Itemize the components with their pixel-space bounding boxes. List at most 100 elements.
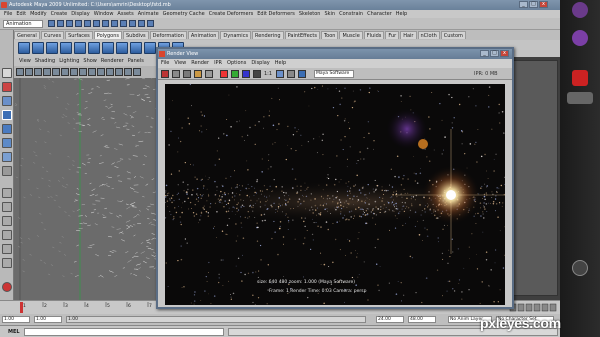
- rv-menu-view[interactable]: View: [174, 59, 186, 68]
- new-scene-icon[interactable]: [48, 20, 55, 27]
- close-button[interactable]: x: [539, 1, 548, 8]
- camera-attributes-icon[interactable]: [25, 68, 33, 76]
- current-time-field[interactable]: 1.00: [2, 316, 30, 323]
- menu-skin[interactable]: Skin: [324, 10, 335, 18]
- ratio-label[interactable]: 1:1: [264, 71, 272, 77]
- film-gate-icon[interactable]: [61, 68, 69, 76]
- display-real-size-icon[interactable]: [298, 70, 306, 78]
- orb-gadget-icon[interactable]: [572, 2, 588, 18]
- panel-menu-panels[interactable]: Panels: [128, 57, 144, 66]
- grid-toggle-icon[interactable]: [52, 68, 60, 76]
- blue-channel-icon[interactable]: [242, 70, 250, 78]
- shelf-tab-dynamics[interactable]: Dynamics: [220, 31, 252, 39]
- safe-action-icon[interactable]: [97, 68, 105, 76]
- select-hierarchy-icon[interactable]: [75, 20, 82, 27]
- layout-single-icon[interactable]: [2, 188, 12, 198]
- poly-cone-icon[interactable]: [60, 42, 72, 54]
- panel-menu-show[interactable]: Show: [83, 57, 97, 66]
- camera-select-icon[interactable]: [16, 68, 24, 76]
- paint-select-icon[interactable]: [2, 96, 12, 106]
- rv-maximize-button[interactable]: □: [490, 50, 499, 57]
- menu-edit-deformers[interactable]: Edit Deformers: [257, 10, 295, 18]
- wireframe-icon[interactable]: [115, 68, 123, 76]
- perspective-viewport[interactable]: [14, 78, 158, 300]
- menu-assets[interactable]: Assets: [117, 10, 133, 18]
- menu-file[interactable]: File: [4, 10, 12, 18]
- shelf-tab-rendering[interactable]: Rendering: [252, 31, 284, 39]
- end-time-field[interactable]: 48.00: [408, 316, 436, 323]
- save-scene-icon[interactable]: [66, 20, 73, 27]
- shelf-tab-curves[interactable]: Curves: [40, 31, 65, 39]
- range-slider-bar[interactable]: 1.00: [66, 316, 366, 323]
- render-frame-icon[interactable]: [129, 20, 136, 27]
- menu-modify[interactable]: Modify: [30, 10, 47, 18]
- command-language-label[interactable]: MEL: [8, 329, 20, 335]
- snap-point-icon[interactable]: [120, 20, 127, 27]
- field-chart-icon[interactable]: [88, 68, 96, 76]
- poly-prism-icon[interactable]: [102, 42, 114, 54]
- snap-grid-icon[interactable]: [102, 20, 109, 27]
- textured-icon[interactable]: [133, 68, 141, 76]
- clock-gadget-icon[interactable]: [572, 260, 588, 276]
- layout-outliner-icon[interactable]: [2, 230, 12, 240]
- combine-icon[interactable]: [144, 42, 156, 54]
- range-end-field[interactable]: 24.00: [376, 316, 404, 323]
- rv-menu-file[interactable]: File: [161, 59, 169, 68]
- layout-four-icon[interactable]: [2, 202, 12, 212]
- select-object-icon[interactable]: [84, 20, 91, 27]
- image-plane-icon[interactable]: [43, 68, 51, 76]
- rv-close-button[interactable]: x: [500, 50, 509, 57]
- poly-cylinder-icon[interactable]: [46, 42, 58, 54]
- menu-edit[interactable]: Edit: [16, 10, 26, 18]
- snapshot-icon[interactable]: [183, 70, 191, 78]
- render-settings-icon[interactable]: [147, 20, 154, 27]
- rv-minimize-button[interactable]: _: [480, 50, 489, 57]
- poly-cube-icon[interactable]: [32, 42, 44, 54]
- shelf-tab-painteffects[interactable]: PaintEffects: [284, 31, 320, 39]
- app-gadget-icon[interactable]: [572, 70, 588, 86]
- maximize-button[interactable]: □: [529, 1, 538, 8]
- shelf-tab-ncloth[interactable]: nCloth: [417, 31, 440, 39]
- rv-menu-ipr[interactable]: IPR: [214, 59, 222, 68]
- panel-menu-lighting[interactable]: Lighting: [59, 57, 79, 66]
- layout-side-icon[interactable]: [2, 216, 12, 226]
- media-gadget-icon[interactable]: [572, 30, 588, 46]
- command-input[interactable]: [24, 328, 224, 336]
- menu-window[interactable]: Window: [94, 10, 114, 18]
- weather-gadget-icon[interactable]: [567, 92, 593, 104]
- remove-image-icon[interactable]: [287, 70, 295, 78]
- shelf-tab-custom[interactable]: Custom: [440, 31, 466, 39]
- open-scene-icon[interactable]: [57, 20, 64, 27]
- poly-torus-icon[interactable]: [88, 42, 100, 54]
- last-tool-icon[interactable]: [2, 166, 12, 176]
- move-tool-icon[interactable]: [2, 110, 12, 120]
- menu-character[interactable]: Character: [367, 10, 392, 18]
- rv-menu-display[interactable]: Display: [251, 59, 269, 68]
- redo-render-icon[interactable]: [161, 70, 169, 78]
- keep-image-icon[interactable]: [276, 70, 284, 78]
- refresh-ipr-icon[interactable]: [205, 70, 213, 78]
- panel-menu-shading[interactable]: Shading: [35, 57, 55, 66]
- renderer-select[interactable]: Maya Software: [314, 70, 354, 78]
- snap-curve-icon[interactable]: [111, 20, 118, 27]
- rv-menu-render[interactable]: Render: [191, 59, 209, 68]
- menu-create[interactable]: Create: [51, 10, 68, 18]
- shelf-tab-hair[interactable]: Hair: [400, 31, 417, 39]
- ipr-render-icon[interactable]: [138, 20, 145, 27]
- menu-constrain[interactable]: Constrain: [339, 10, 363, 18]
- shelf-tab-fur[interactable]: Fur: [385, 31, 400, 39]
- mode-selector[interactable]: Animation: [3, 20, 43, 28]
- layout-hypershade-icon[interactable]: [2, 258, 12, 268]
- rendered-image[interactable]: size: 640 480 zoom: 1.000 (Maya Software…: [165, 84, 505, 305]
- shelf-tab-subdivs[interactable]: Subdivs: [123, 31, 149, 39]
- scale-tool-icon[interactable]: [2, 138, 12, 148]
- shelf-tab-toon[interactable]: Toon: [320, 31, 339, 39]
- shelf-tab-polygons[interactable]: Polygons: [93, 31, 122, 39]
- poly-plane-icon[interactable]: [74, 42, 86, 54]
- safe-title-icon[interactable]: [106, 68, 114, 76]
- panel-menu-view[interactable]: View: [19, 57, 31, 66]
- green-channel-icon[interactable]: [231, 70, 239, 78]
- menu-geometry-cache[interactable]: Geometry Cache: [163, 10, 205, 18]
- lasso-tool-icon[interactable]: [2, 82, 12, 92]
- shelf-tab-fluids[interactable]: Fluids: [363, 31, 385, 39]
